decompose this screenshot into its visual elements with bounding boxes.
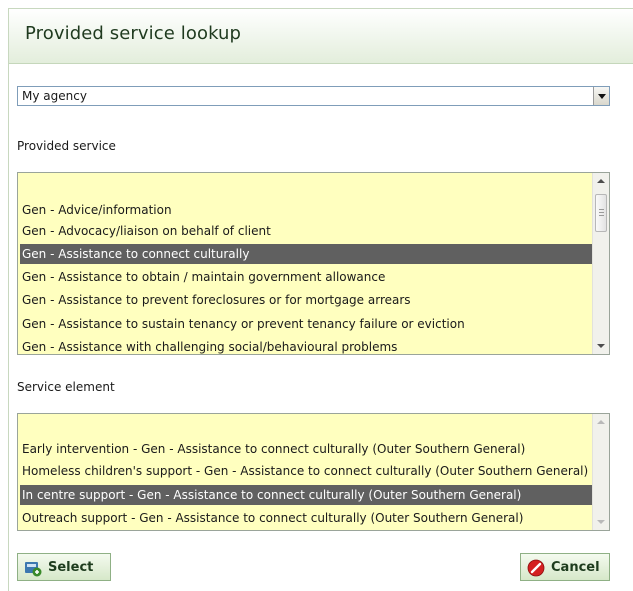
agency-select[interactable]: My agency: [17, 86, 610, 106]
chevron-down-icon: [598, 94, 606, 99]
provided-service-scrollbar[interactable]: [592, 173, 609, 354]
select-button-label: Select: [48, 560, 94, 575]
list-item[interactable]: Outreach support - Gen - Assistance to c…: [20, 508, 592, 528]
list-item[interactable]: Gen - Advice/information: [20, 200, 592, 220]
scroll-up-icon: [597, 179, 605, 183]
select-icon: [25, 562, 42, 577]
provided-service-label: Provided service: [17, 139, 116, 153]
scroll-up-button[interactable]: [593, 173, 609, 189]
service-element-label: Service element: [17, 380, 115, 394]
list-item[interactable]: Early intervention - Gen - Assistance to…: [20, 439, 592, 459]
scroll-up-button[interactable]: [593, 414, 609, 430]
dialog-title-bar: Provided service lookup: [9, 9, 633, 64]
list-item[interactable]: Gen - Assistance with challenging social…: [20, 337, 592, 354]
scroll-down-icon: [597, 520, 605, 524]
list-item-selected[interactable]: Gen - Assistance to connect culturally: [20, 244, 592, 264]
provided-service-listbox[interactable]: Gen - Advice/information Gen - Advocacy/…: [17, 172, 610, 355]
scroll-down-button[interactable]: [593, 338, 609, 354]
provided-service-list: Gen - Advice/information Gen - Advocacy/…: [18, 173, 592, 354]
scroll-up-icon: [597, 420, 605, 424]
list-item[interactable]: Gen - Assistance to prevent foreclosures…: [20, 290, 592, 310]
list-item[interactable]: Gen - Assistance to sustain tenancy or p…: [20, 314, 592, 334]
dialog-title: Provided service lookup: [25, 23, 242, 44]
service-element-scrollbar[interactable]: [592, 414, 609, 530]
list-item-selected[interactable]: In centre support - Gen - Assistance to …: [20, 485, 592, 505]
service-element-listbox[interactable]: Early intervention - Gen - Assistance to…: [17, 413, 610, 531]
list-item[interactable]: Gen - Advocacy/liaison on behalf of clie…: [20, 221, 592, 241]
list-item[interactable]: Gen - Assistance to obtain / maintain go…: [20, 267, 592, 287]
list-item[interactable]: Homeless children's support - Gen - Assi…: [20, 461, 592, 481]
scroll-down-icon: [597, 344, 605, 348]
scroll-down-button[interactable]: [593, 514, 609, 530]
cancel-button-label: Cancel: [551, 560, 600, 575]
service-element-list: Early intervention - Gen - Assistance to…: [18, 414, 592, 530]
scrollbar-thumb[interactable]: [595, 194, 607, 232]
select-button[interactable]: Select: [17, 553, 111, 581]
agency-select-value: My agency: [22, 89, 87, 103]
cancel-button[interactable]: Cancel: [520, 553, 610, 581]
cancel-icon: [527, 559, 545, 577]
agency-select-dropdown-button[interactable]: [593, 87, 609, 105]
